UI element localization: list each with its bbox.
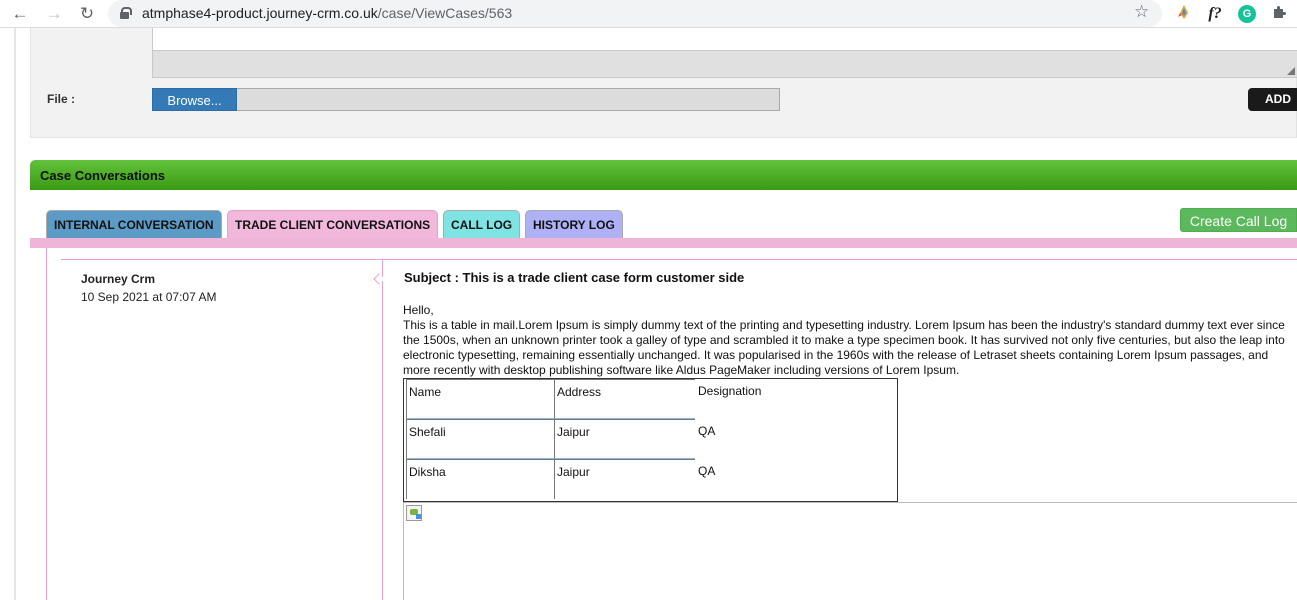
conversation-column-divider	[382, 260, 383, 600]
bookmark-star-icon[interactable]: ☆	[1134, 2, 1149, 22]
mail-table: Name Address Designation Shefali Jaipur …	[403, 378, 898, 502]
tab-underline	[30, 238, 1297, 248]
url-text: atmphase4-product.journey-crm.co.uk/case…	[142, 5, 512, 21]
extensions-puzzle-icon[interactable]	[1269, 4, 1289, 24]
message-textarea[interactable]	[152, 28, 1297, 78]
message-text: This is a table in mail.Lorem Ipsum is s…	[403, 318, 1285, 377]
conversation-panel: Journey Crm 10 Sep 2021 at 07:07 AM Subj…	[46, 248, 1297, 600]
conversation-divider-line	[61, 259, 1297, 260]
address-bar[interactable]: atmphase4-product.journey-crm.co.uk/case…	[108, 0, 1162, 27]
forward-icon[interactable]: →	[42, 2, 66, 26]
tab-call-log[interactable]: CALL LOG	[443, 210, 520, 238]
message-greeting: Hello,	[403, 303, 434, 317]
textarea-toolbar	[153, 50, 1297, 77]
resize-handle-icon[interactable]	[1287, 67, 1295, 75]
table-cell: Shefali	[406, 419, 554, 459]
tab-internal-conversation[interactable]: INTERNAL CONVERSATION	[46, 210, 222, 238]
create-call-log-button[interactable]: Create Call Log	[1180, 208, 1297, 232]
back-icon[interactable]: ←	[8, 2, 32, 26]
table-header-cell: Address	[554, 379, 695, 419]
url-path: /case/ViewCases/563	[377, 5, 513, 21]
section-title: Case Conversations	[40, 168, 165, 183]
url-host: atmphase4-product.journey-crm.co.uk	[142, 5, 378, 21]
grammarly-icon[interactable]: G	[1238, 5, 1256, 23]
message-author: Journey Crm	[81, 272, 156, 286]
table-header-cell: Designation	[698, 384, 762, 398]
page-content: File : Browse... ADD Case Conversations …	[0, 28, 1297, 600]
reload-icon[interactable]: ↻	[75, 2, 99, 26]
file-label: File :	[47, 92, 76, 106]
table-cell: QA	[698, 424, 716, 438]
extension-icon[interactable]	[1174, 4, 1194, 24]
formula-extension-icon[interactable]: f?	[1205, 4, 1225, 24]
message-body: Hello, This is a table in mail.Lorem Ips…	[403, 303, 1288, 378]
table-cell: Diksha	[406, 459, 554, 499]
message-date: 10 Sep 2021 at 07:07 AM	[81, 290, 217, 304]
table-cell: Jaipur	[554, 419, 695, 459]
message-subject: Subject : This is a trade client case fo…	[404, 270, 745, 285]
tab-history-log[interactable]: HISTORY LOG	[525, 210, 623, 238]
embedded-image-frame	[403, 502, 1297, 600]
tab-trade-client-conversations[interactable]: TRADE CLIENT CONVERSATIONS	[227, 210, 438, 238]
page-left-border	[14, 28, 16, 600]
file-name-field[interactable]	[237, 88, 780, 111]
table-cell: QA	[698, 464, 716, 478]
add-button[interactable]: ADD	[1248, 88, 1297, 111]
table-cell: Jaipur	[554, 459, 695, 499]
browser-toolbar: ← → ↻ atmphase4-product.journey-crm.co.u…	[0, 0, 1297, 28]
lock-icon	[120, 7, 132, 19]
broken-image-icon	[406, 505, 422, 521]
table-header-cell: Name	[406, 379, 554, 419]
case-conversations-header: Case Conversations	[30, 160, 1297, 190]
file-upload-panel: File : Browse... ADD	[30, 28, 1297, 138]
browse-button[interactable]: Browse...	[152, 88, 237, 111]
